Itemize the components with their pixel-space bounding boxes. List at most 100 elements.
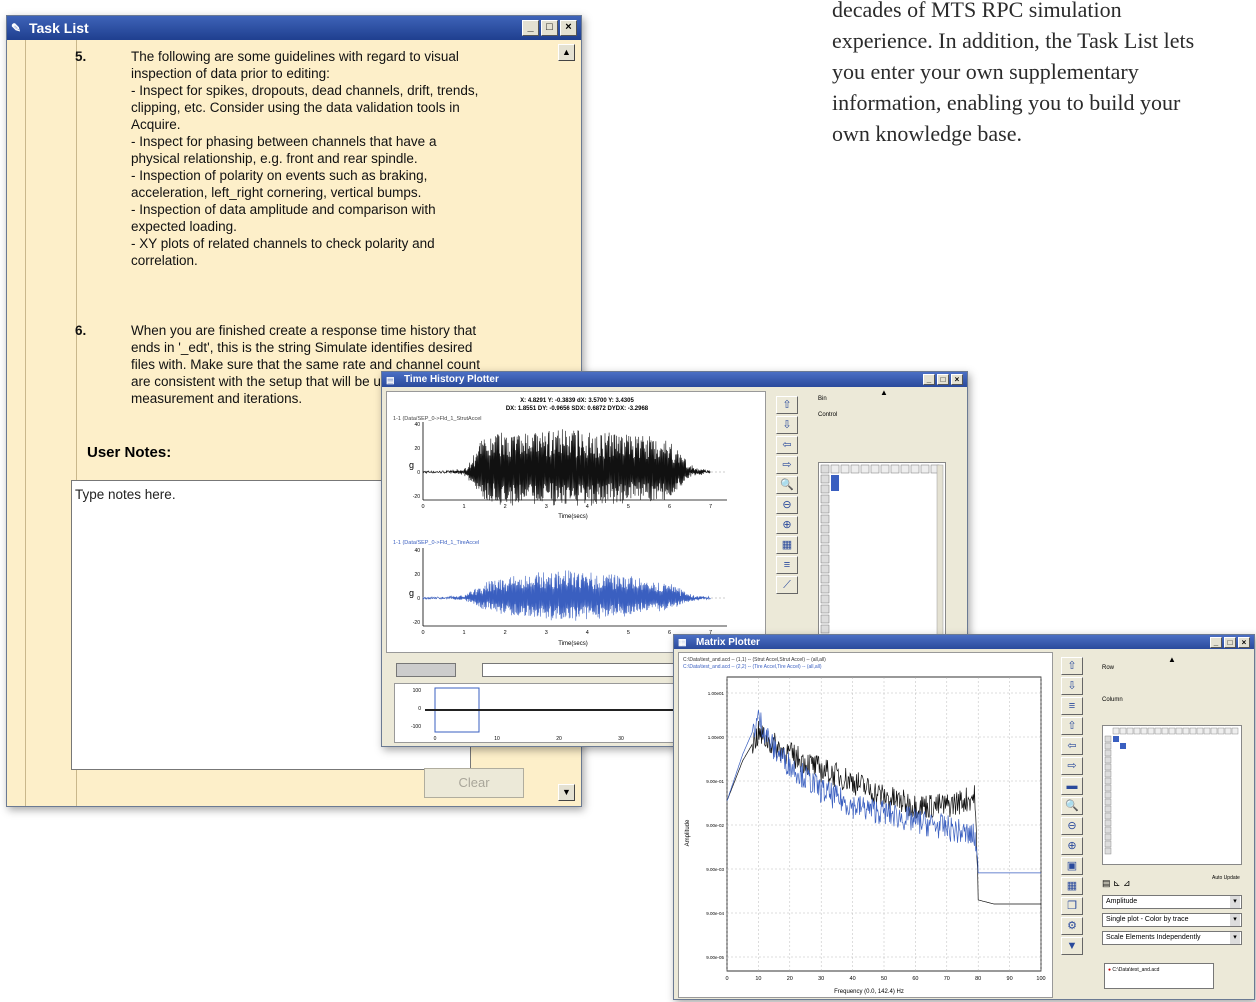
matrix-grid-svg: [1104, 727, 1239, 855]
scroll-up-button[interactable]: ▲: [558, 44, 575, 61]
arrow-down-icon[interactable]: ⇩: [1061, 677, 1083, 695]
grid-col-cell: [1196, 727, 1204, 735]
x-tick-label: 80: [975, 976, 981, 982]
x-tick-label: 4: [586, 504, 589, 510]
grid-row-cell: [1104, 784, 1112, 792]
grid-col-cell: [920, 464, 930, 474]
collapse-arrow-icon[interactable]: ▲: [880, 388, 888, 397]
maximize-button[interactable]: □: [541, 20, 558, 36]
y-tick-label: 9.00e-05: [706, 955, 724, 960]
grid-col-cell: [1168, 727, 1176, 735]
time-history-svg: X: 4.8291 Y: -0.3839 dX: 3.5700 Y: 3.430…: [393, 398, 727, 647]
print-icon[interactable]: ▦: [776, 536, 798, 554]
playback-controls[interactable]: [396, 663, 456, 677]
legend-series-2: C:\Data\test_and.acd -- (2,2) -- (Tire A…: [683, 664, 822, 670]
grid-row-cell: [1104, 791, 1112, 799]
minimize-button[interactable]: _: [1210, 636, 1222, 648]
arrow-left-icon[interactable]: ⇦: [776, 436, 798, 454]
select-stack: Amplitude Single plot - Color by trace S…: [1094, 891, 1242, 945]
zoom-out-icon[interactable]: ⊖: [1061, 817, 1083, 835]
time-history-plot-area[interactable]: X: 4.8291 Y: -0.3839 dX: 3.5700 Y: 3.430…: [386, 391, 766, 653]
save-icon[interactable]: ▣: [1061, 857, 1083, 875]
arrow-up-icon[interactable]: ⇧: [776, 396, 798, 414]
arrow-left-icon[interactable]: ⇦: [1061, 737, 1083, 755]
legend-series-1: C:\Data\test_and.acd -- (1,1) -- (Strut …: [683, 657, 826, 663]
grid-col-cell: [1126, 727, 1134, 735]
grid-row-cell: [1104, 840, 1112, 848]
matrix-plotter-window: ▦ Matrix Plotter _ □ × C:\Data\test_and.…: [673, 634, 1255, 1000]
pan-icon[interactable]: ⊕: [1061, 837, 1083, 855]
minus-icon[interactable]: ▬: [1061, 777, 1083, 795]
file-list[interactable]: ● C:\Data\test_and.acd: [1104, 963, 1214, 989]
pan-icon[interactable]: ⊕: [776, 516, 798, 534]
view-mode-icon[interactable]: ▤ ⊾ ⊿: [1102, 878, 1131, 888]
task-list-titlebar[interactable]: ✎ Task List _ □ ×: [7, 16, 581, 40]
zoom-out-icon[interactable]: ⊖: [776, 496, 798, 514]
minimize-button[interactable]: _: [923, 374, 935, 385]
grid-col-cell: [1231, 727, 1239, 735]
bars-icon[interactable]: ≡: [776, 556, 798, 574]
mp-titlebar[interactable]: ▦ Matrix Plotter _ □ ×: [674, 635, 1254, 649]
arrow-right-icon[interactable]: ⇨: [776, 456, 798, 474]
x-tick-label: 30: [818, 976, 824, 982]
display-select[interactable]: Amplitude: [1102, 895, 1242, 909]
maximize-button[interactable]: □: [1224, 636, 1236, 648]
y-tick-label: 9.00e-04: [706, 911, 724, 916]
arrow-right-icon[interactable]: ⇨: [1061, 757, 1083, 775]
arrow-up-icon[interactable]: ⇧: [1061, 657, 1083, 675]
arrow-up-icon[interactable]: ⇧: [1061, 717, 1083, 735]
plot-mode-select[interactable]: Single plot - Color by trace: [1102, 913, 1242, 927]
arrow-down-icon[interactable]: ⇩: [776, 416, 798, 434]
y-tick-label: 0: [417, 470, 420, 476]
x-tick-label: 2: [504, 630, 507, 636]
auto-update-checkbox[interactable]: Auto Update: [1212, 875, 1240, 881]
readout-line-2: DX: 1.8551 DY: -0.9656 SDX: 0.6872 DYDX:…: [506, 406, 649, 412]
channel-grid[interactable]: [818, 462, 946, 638]
line-tool-icon[interactable]: ⟋: [776, 576, 798, 594]
overview-plot[interactable]: 1000-100010203040: [394, 683, 694, 743]
matrix-grid[interactable]: [1102, 725, 1242, 865]
bars-icon[interactable]: ≡: [1061, 697, 1083, 715]
grid-col-cell: [1217, 727, 1225, 735]
settings-icon[interactable]: ⚙: [1061, 917, 1083, 935]
x-tick-label: 1: [463, 630, 466, 636]
x-tick-label: 3: [545, 504, 548, 510]
y-tick-label: 9.00e-03: [706, 867, 724, 872]
grid-row-cell: [1104, 749, 1112, 757]
task-list-app-icon: ✎: [11, 21, 22, 35]
zoom-icon[interactable]: 🔍: [776, 476, 798, 494]
close-button[interactable]: ×: [560, 20, 577, 36]
maximize-button[interactable]: □: [937, 374, 949, 385]
zoom-icon[interactable]: 🔍: [1061, 797, 1083, 815]
mp-app-icon: ▦: [678, 637, 687, 647]
grid-row-cell: [1104, 777, 1112, 785]
matrix-plot-area[interactable]: C:\Data\test_and.acd -- (1,1) -- (Strut …: [678, 652, 1053, 998]
matrix-ylabel: Amplitude: [685, 819, 691, 846]
scale-select[interactable]: Scale Elements Independently: [1102, 931, 1242, 945]
scroll-down-icon[interactable]: ▼: [1061, 937, 1083, 955]
y-tick-label: -20: [413, 620, 420, 626]
x-tick-label: 3: [545, 630, 548, 636]
print-icon[interactable]: ▦: [1061, 877, 1083, 895]
grid-row-cell: [820, 514, 830, 524]
close-button[interactable]: ×: [1238, 636, 1250, 648]
grid-col-cell: [1189, 727, 1197, 735]
x-tick-label: 10: [755, 976, 761, 982]
copy-line: decades of MTS RPC simulation: [832, 0, 1122, 22]
thp-titlebar[interactable]: ▤ Time History Plotter _ □ ×: [382, 372, 967, 387]
matrix-plot-svg: C:\Data\test_and.acd -- (1,1) -- (Strut …: [683, 657, 1046, 995]
grid-col-cell: [1147, 727, 1155, 735]
y-tick-label: -20: [413, 494, 420, 500]
y-tick-label: 9.00e-01: [706, 779, 724, 784]
x-tick-label: 0: [421, 504, 424, 510]
x-tick-label: 20: [787, 976, 793, 982]
collapse-arrow-icon[interactable]: ▲: [1168, 655, 1176, 664]
window-title: Matrix Plotter: [696, 636, 760, 648]
clear-button[interactable]: Clear: [424, 768, 524, 798]
copy-icon[interactable]: ❐: [1061, 897, 1083, 915]
close-button[interactable]: ×: [951, 374, 963, 385]
grid-row-cell: [1104, 819, 1112, 827]
minimize-button[interactable]: _: [522, 20, 539, 36]
x-tick-label: 40: [850, 976, 856, 982]
scroll-down-button[interactable]: ▼: [558, 784, 575, 801]
